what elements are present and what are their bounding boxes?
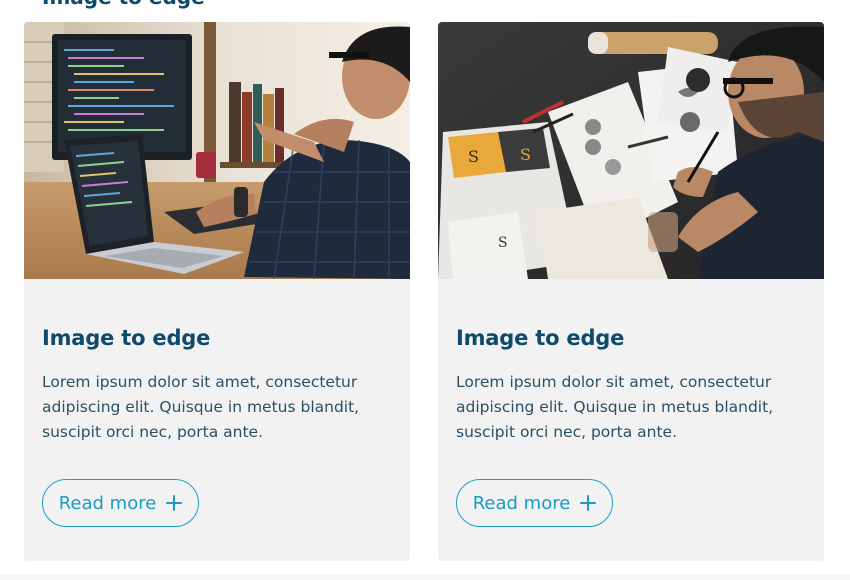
card-description: Lorem ipsum dolor sit amet, consectetur …	[42, 373, 360, 441]
page: Image to edge Lorem ipsum dolor sit amet…	[0, 0, 850, 580]
card-title: Image to edge	[456, 326, 625, 350]
svg-text:S: S	[520, 145, 531, 164]
card-image-designer: S S S	[438, 22, 824, 279]
section-heading: Image to edge	[42, 0, 205, 9]
footer-divider	[0, 574, 850, 580]
svg-text:S: S	[468, 147, 479, 166]
svg-text:S: S	[498, 235, 508, 251]
card-description: Lorem ipsum dolor sit amet, consectetur …	[456, 373, 774, 441]
read-more-button[interactable]: Read more	[456, 479, 613, 527]
read-more-button[interactable]: Read more	[42, 479, 199, 527]
card-body: Image to edge Lorem ipsum dolor sit amet…	[42, 324, 392, 445]
card-title: Image to edge	[42, 326, 211, 350]
card-image-developer	[24, 22, 410, 279]
card-designer: S S S Image to edge Lorem ipsum dolor si…	[438, 22, 824, 561]
plus-icon	[580, 495, 597, 511]
read-more-label: Read more	[472, 492, 571, 514]
card-developer: Image to edge Lorem ipsum dolor sit amet…	[24, 22, 410, 561]
developer-photo	[24, 22, 410, 279]
card-body: Image to edge Lorem ipsum dolor sit amet…	[456, 324, 806, 445]
plus-icon	[166, 495, 183, 511]
read-more-label: Read more	[58, 492, 157, 514]
designer-photo: S S S	[438, 22, 824, 279]
